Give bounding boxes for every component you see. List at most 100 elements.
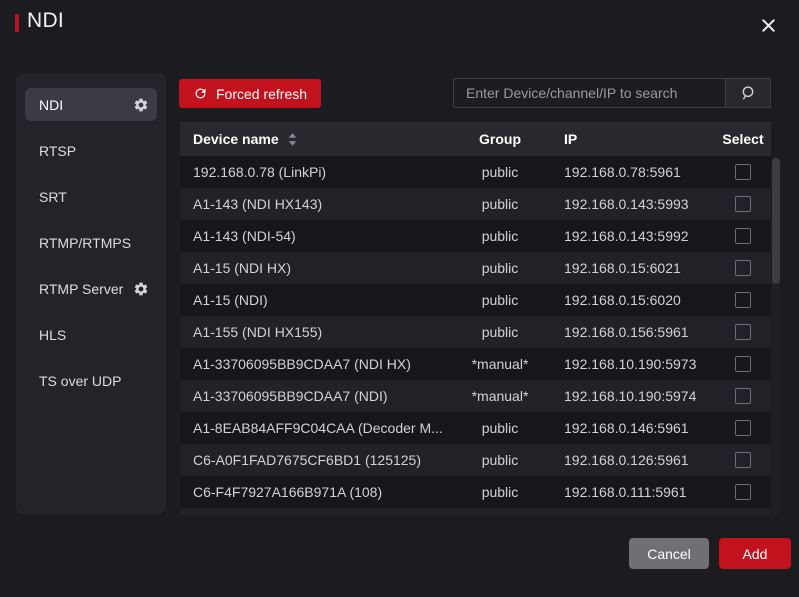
select-cell xyxy=(715,420,771,436)
group-cell: public xyxy=(445,196,555,212)
scrollbar-thumb[interactable] xyxy=(772,158,780,284)
row-checkbox[interactable] xyxy=(735,260,751,276)
group-cell: public xyxy=(445,324,555,340)
ip-cell: 192.168.0.146:5961 xyxy=(555,420,715,436)
table-row[interactable]: A1-8EAB84AFF9C04CAA (Decoder M... public… xyxy=(180,412,771,444)
row-checkbox[interactable] xyxy=(735,292,751,308)
group-cell: public xyxy=(445,228,555,244)
select-cell xyxy=(715,356,771,372)
sidebar-item-hls[interactable]: HLS xyxy=(25,318,157,351)
group-cell: public xyxy=(445,292,555,308)
sidebar-item-rtmp-server[interactable]: RTMP Server xyxy=(25,272,157,305)
ndi-dialog: NDI NDI RTSP SRT RTMP/RTMPS RTMP Server … xyxy=(0,0,799,597)
sidebar-item-label: TS over UDP xyxy=(39,373,149,389)
refresh-icon xyxy=(193,86,208,101)
select-cell xyxy=(715,164,771,180)
select-cell xyxy=(715,388,771,404)
device-name-cell: A1-33706095BB9CDAA7 (NDI HX) xyxy=(180,356,445,372)
forced-refresh-label: Forced refresh xyxy=(216,86,307,102)
device-name-cell: A1-143 (NDI HX143) xyxy=(180,196,445,212)
ip-cell: 192.168.0.15:6021 xyxy=(555,260,715,276)
row-checkbox[interactable] xyxy=(735,356,751,372)
group-cell: public xyxy=(445,164,555,180)
row-checkbox[interactable] xyxy=(735,484,751,500)
device-name-cell: A1-155 (NDI HX155) xyxy=(180,324,445,340)
group-cell: public xyxy=(445,484,555,500)
table-row[interactable]: A1-33706095BB9CDAA7 (NDI HX) *manual* 19… xyxy=(180,348,771,380)
gear-icon[interactable] xyxy=(133,97,149,113)
sidebar: NDI RTSP SRT RTMP/RTMPS RTMP Server HLS … xyxy=(16,73,166,514)
sidebar-item-ts-over-udp[interactable]: TS over UDP xyxy=(25,364,157,397)
group-cell: public xyxy=(445,260,555,276)
device-name-cell: A1-15 (NDI HX) xyxy=(180,260,445,276)
row-checkbox[interactable] xyxy=(735,164,751,180)
close-button[interactable] xyxy=(754,11,782,39)
sidebar-item-label: RTMP/RTMPS xyxy=(39,235,149,251)
sidebar-item-ndi[interactable]: NDI xyxy=(25,88,157,121)
table-row[interactable]: C6-A0F1FAD7675CF6BD1 (125125) public 192… xyxy=(180,444,771,476)
gear-icon[interactable] xyxy=(133,281,149,297)
add-button[interactable]: Add xyxy=(719,538,791,569)
select-cell xyxy=(715,484,771,500)
table-body: 192.168.0.78 (LinkPi) public 192.168.0.7… xyxy=(180,156,771,515)
row-checkbox[interactable] xyxy=(735,388,751,404)
sidebar-item-srt[interactable]: SRT xyxy=(25,180,157,213)
column-header-device-name[interactable]: Device name xyxy=(180,131,445,147)
column-header-select: Select xyxy=(715,131,771,147)
forced-refresh-button[interactable]: Forced refresh xyxy=(179,79,321,108)
ip-cell: 192.168.0.78:5961 xyxy=(555,164,715,180)
ip-cell: 192.168.0.15:6020 xyxy=(555,292,715,308)
ip-cell: 192.168.0.143:5992 xyxy=(555,228,715,244)
device-name-cell: C6-A0F1FAD7675CF6BD1 (125125) xyxy=(180,452,445,468)
row-checkbox[interactable] xyxy=(735,228,751,244)
table-row[interactable]: A1-155 (NDI HX155) public 192.168.0.156:… xyxy=(180,316,771,348)
ip-cell: 192.168.10.190:5973 xyxy=(555,356,715,372)
search-icon xyxy=(739,84,757,102)
sidebar-item-rtmp-rtmps[interactable]: RTMP/RTMPS xyxy=(25,226,157,259)
device-name-cell: A1-143 (NDI-54) xyxy=(180,228,445,244)
sidebar-item-rtsp[interactable]: RTSP xyxy=(25,134,157,167)
device-name-cell: A1-33706095BB9CDAA7 (NDI) xyxy=(180,388,445,404)
table-row[interactable]: 192.168.0.78 (LinkPi) public 192.168.0.7… xyxy=(180,156,771,188)
dialog-title: NDI xyxy=(27,9,64,33)
device-name-cell: 192.168.0.78 (LinkPi) xyxy=(180,164,445,180)
select-cell xyxy=(715,452,771,468)
title-accent-bar xyxy=(15,14,19,32)
cancel-button[interactable]: Cancel xyxy=(629,538,709,569)
select-cell xyxy=(715,260,771,276)
select-cell xyxy=(715,292,771,308)
table-row[interactable]: C6-F4F7927A166B971A (108) public 192.168… xyxy=(180,476,771,508)
table-row[interactable]: A1-15 (NDI HX) public 192.168.0.15:6021 xyxy=(180,252,771,284)
table-row[interactable]: A1-15 (NDI) public 192.168.0.15:6020 xyxy=(180,284,771,316)
search-button[interactable] xyxy=(725,78,771,108)
device-name-header-label: Device name xyxy=(193,131,279,147)
table-scrollbar[interactable] xyxy=(772,156,780,515)
table-row[interactable]: A1-143 (NDI HX143) public 192.168.0.143:… xyxy=(180,188,771,220)
device-table: Device name Group IP Select 192.168.0.78… xyxy=(180,122,771,515)
row-checkbox[interactable] xyxy=(735,420,751,436)
ip-cell: 192.168.10.190:5974 xyxy=(555,388,715,404)
group-cell: *manual* xyxy=(445,356,555,372)
ip-cell: 192.168.0.156:5961 xyxy=(555,324,715,340)
ip-cell: 192.168.0.143:5993 xyxy=(555,196,715,212)
group-cell: public xyxy=(445,420,555,436)
device-name-cell: C6-F4F7927A166B971A (108) xyxy=(180,484,445,500)
sidebar-item-label: RTMP Server xyxy=(39,281,133,297)
search-bar xyxy=(453,78,771,108)
group-cell: public xyxy=(445,452,555,468)
column-header-group: Group xyxy=(445,131,555,147)
row-checkbox[interactable] xyxy=(735,196,751,212)
table-row[interactable]: A1-33706095BB9CDAA7 (NDI) *manual* 192.1… xyxy=(180,380,771,412)
table-row[interactable]: A1-143 (NDI-54) public 192.168.0.143:599… xyxy=(180,220,771,252)
group-cell: *manual* xyxy=(445,388,555,404)
row-checkbox[interactable] xyxy=(735,452,751,468)
row-checkbox[interactable] xyxy=(735,324,751,340)
search-input[interactable] xyxy=(453,78,725,108)
ip-cell: 192.168.0.111:5961 xyxy=(555,484,715,500)
select-cell xyxy=(715,196,771,212)
sort-icon[interactable] xyxy=(287,132,298,147)
table-header: Device name Group IP Select xyxy=(180,122,771,156)
device-name-cell: A1-8EAB84AFF9C04CAA (Decoder M... xyxy=(180,420,445,436)
column-header-ip: IP xyxy=(555,131,715,147)
device-name-cell: A1-15 (NDI) xyxy=(180,292,445,308)
